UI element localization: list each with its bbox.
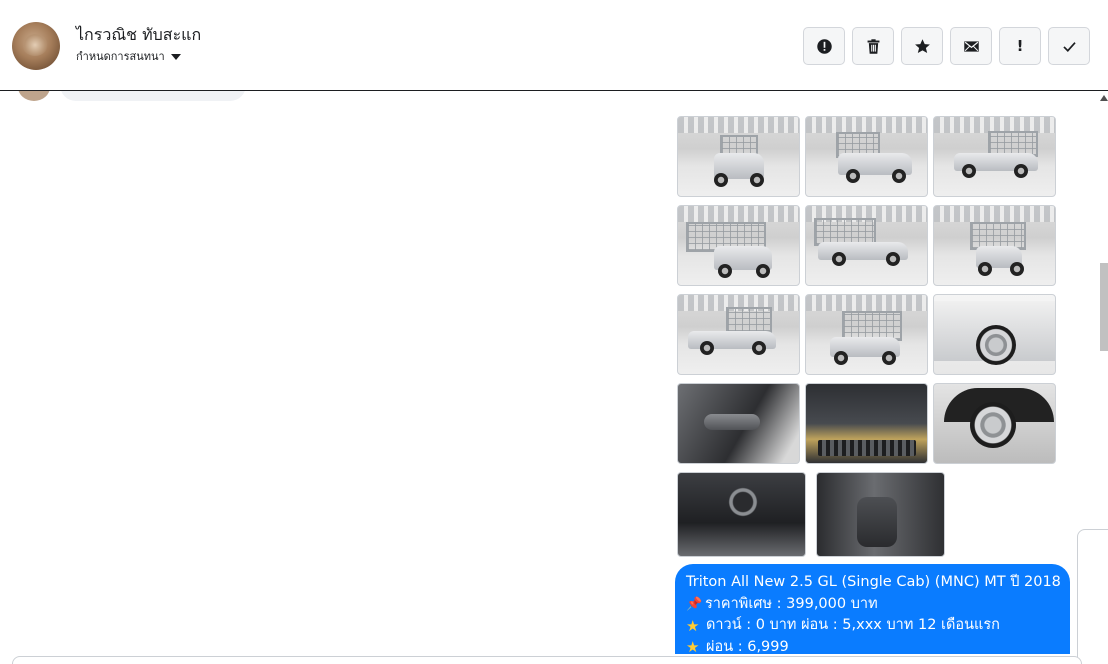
avatar[interactable] bbox=[12, 22, 60, 70]
price-text: ราคาพิเศษ : 399,000 บาท bbox=[705, 595, 878, 612]
message-line: ★ ผ่อน : 6,999 bbox=[686, 637, 1060, 655]
car-photo[interactable] bbox=[677, 472, 806, 557]
conversation-header: ไกรวณิช ทับสะแก กำหนดการสนทนา ! bbox=[0, 0, 1108, 91]
message-title: Triton All New 2.5 GL (Single Cab) (MNC)… bbox=[686, 574, 1061, 590]
conversation-status-dropdown[interactable]: กำหนดการสนทนา bbox=[76, 47, 181, 65]
status-label: กำหนดการสนทนา bbox=[76, 50, 165, 63]
message-thread[interactable]: Triton All New 2.5 GL (Single Cab) (MNC)… bbox=[0, 91, 1108, 664]
car-photo[interactable] bbox=[933, 383, 1056, 464]
car-photo[interactable] bbox=[677, 383, 800, 464]
car-photo[interactable] bbox=[805, 294, 928, 375]
check-icon bbox=[1062, 41, 1076, 52]
follow-up-button[interactable]: ! bbox=[999, 27, 1041, 65]
star-emoji-icon: ★ bbox=[686, 638, 700, 654]
exclamation-icon: ! bbox=[1016, 37, 1024, 55]
mark-done-button[interactable] bbox=[1048, 27, 1090, 65]
star-emoji-icon: ★ bbox=[686, 616, 700, 635]
alert-circle-icon bbox=[816, 38, 832, 54]
installment-text: ผ่อน : 6,999 bbox=[706, 638, 789, 655]
delete-button[interactable] bbox=[852, 27, 894, 65]
car-photo[interactable] bbox=[816, 472, 945, 557]
message-composer[interactable] bbox=[12, 656, 1082, 664]
pushpin-icon: 📌 bbox=[686, 596, 703, 612]
car-photo[interactable] bbox=[933, 294, 1056, 375]
car-photo[interactable] bbox=[805, 383, 928, 464]
car-photo[interactable] bbox=[933, 116, 1056, 197]
car-photo[interactable] bbox=[805, 205, 928, 286]
star-button[interactable] bbox=[901, 27, 943, 65]
car-photo[interactable] bbox=[805, 116, 928, 197]
sender-avatar bbox=[18, 91, 50, 101]
contact-name[interactable]: ไกรวณิช ทับสะแก bbox=[76, 23, 201, 48]
scroll-thumb[interactable] bbox=[1100, 263, 1108, 351]
mark-spam-button[interactable] bbox=[803, 27, 845, 65]
previous-message-bubble[interactable] bbox=[60, 91, 246, 101]
car-photo[interactable] bbox=[677, 294, 800, 375]
message-bubble[interactable]: Triton All New 2.5 GL (Single Cab) (MNC)… bbox=[675, 564, 1070, 654]
car-photo[interactable] bbox=[933, 205, 1056, 286]
photo-attachments bbox=[677, 116, 1057, 565]
caret-down-icon bbox=[170, 53, 181, 60]
action-toolbar: ! bbox=[803, 27, 1090, 65]
side-panel-edge[interactable] bbox=[1077, 529, 1108, 664]
car-photo[interactable] bbox=[677, 116, 800, 197]
mark-unread-button[interactable] bbox=[950, 27, 992, 65]
star-icon bbox=[914, 38, 930, 53]
message-line: 📌 ราคาพิเศษ : 399,000 บาท bbox=[686, 594, 1060, 616]
message-line: Triton All New 2.5 GL (Single Cab) (MNC)… bbox=[686, 572, 1061, 594]
down-payment-text: ดาวน์ : 0 บาท ผ่อน : 5,xxx บาท 12 เดือนแ… bbox=[706, 617, 1000, 633]
car-photo[interactable] bbox=[677, 205, 800, 286]
scroll-up-icon[interactable] bbox=[1100, 95, 1108, 101]
mail-icon bbox=[963, 40, 979, 52]
message-line: ★ ดาวน์ : 0 บาท ผ่อน : 5,xxx บาท 12 เดือ… bbox=[686, 615, 1060, 637]
messenger-page: ไกรวณิช ทับสะแก กำหนดการสนทนา ! Triton A… bbox=[0, 0, 1108, 664]
trash-icon bbox=[867, 38, 879, 54]
